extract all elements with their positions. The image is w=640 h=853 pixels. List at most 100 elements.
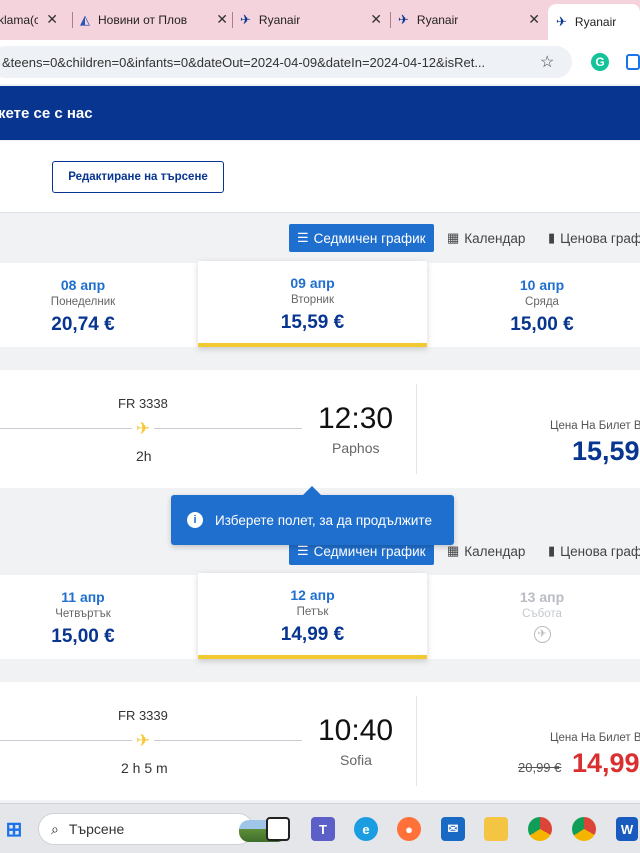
bar-chart-icon: ▮	[548, 230, 556, 245]
firefox-icon[interactable]: ●	[397, 817, 421, 841]
teams-icon[interactable]: T	[311, 817, 335, 841]
calendar-view-button[interactable]: ▦ Календар	[447, 537, 525, 565]
date-price: 15,59 €	[280, 312, 345, 333]
price-chart-label: Ценова граф	[560, 230, 640, 246]
flight-duration: 2 h 5 m	[121, 760, 168, 776]
plane-icon: ✈	[132, 731, 155, 751]
search-icon: ⌕	[51, 820, 59, 837]
date-price: 15,00 €	[510, 314, 574, 335]
date-price: 14,99 €	[280, 624, 345, 645]
date-price: 15,00 €	[51, 626, 115, 647]
contact-link[interactable]: кете се с нас	[0, 105, 93, 122]
price-label: Цена На Билет В	[550, 732, 640, 744]
calendar-icon: ▦	[447, 543, 460, 558]
tab-title: Ryanair	[258, 13, 301, 27]
price-chart-label: Ценова граф	[560, 543, 640, 559]
divider	[416, 696, 417, 786]
date-label: 11 апр	[61, 589, 105, 605]
list-icon: ☰	[297, 230, 309, 245]
extension-icon[interactable]	[626, 54, 640, 70]
date-label: 13 апр	[519, 589, 565, 605]
calendar-icon: ▦	[447, 230, 460, 245]
chrome-profile-icon[interactable]	[572, 817, 596, 841]
date-label: 09 апр	[290, 275, 335, 291]
discounted-price: 14,99	[572, 748, 640, 778]
calendar-view-button[interactable]: ▦ Календар	[447, 224, 525, 252]
date-label: 10 апр	[519, 277, 565, 293]
date-option[interactable]: 11 апр Четвъртък 15,00 €	[0, 575, 166, 659]
bar-chart-icon: ▮	[548, 543, 556, 558]
price-chart-button[interactable]: ▮ Ценова граф	[548, 537, 640, 565]
date-price: 20,74 €	[51, 314, 115, 335]
date-option[interactable]: 08 апр Понеделник 20,74 €	[0, 263, 166, 347]
arrival-time: 10:40	[318, 714, 394, 747]
windows-start-icon[interactable]: ⊞	[2, 817, 26, 841]
outbound-date-strip: 08 апр Понеделник 20,74 € 09 апр Вторник…	[0, 261, 640, 347]
date-option-selected[interactable]: 12 апр Петък 14,99 €	[198, 573, 427, 659]
tab-1[interactable]: klama(c ✕	[0, 5, 68, 35]
edge-icon[interactable]: e	[354, 817, 378, 841]
url-field[interactable]: &teens=0&children=0&infants=0&dateOut=20…	[0, 46, 572, 78]
close-icon[interactable]: ✕	[216, 11, 228, 28]
bookmark-star-icon[interactable]: ☆	[540, 52, 554, 72]
ryanair-icon: ✈	[556, 14, 567, 29]
task-view-icon[interactable]	[266, 817, 290, 841]
search-summary: Редактиране на търсене	[0, 141, 640, 213]
divider	[416, 384, 417, 474]
weekday-label: Вторник	[290, 294, 335, 306]
no-flights-icon: ✈	[533, 626, 551, 643]
flight-price: 15,59	[572, 436, 640, 466]
calendar-view-label: Календар	[464, 543, 526, 559]
tooltip-text: Изберете полет, за да продължите	[215, 512, 432, 528]
site-header: кете се с нас	[0, 86, 640, 140]
outbound-view-toggle: ☰ Седмичен график ▦ Календар ▮ Ценова гр…	[0, 224, 640, 254]
windows-taskbar: ⊞ ⌕ Търсене T e ● ✉ W	[0, 803, 640, 853]
address-bar-row: &teens=0&children=0&infants=0&dateOut=20…	[0, 40, 640, 84]
tab-title: klama(c	[0, 13, 38, 27]
outbound-flight-card[interactable]: FR 3338 ✈ 2h 12:30 Paphos Цена На Билет …	[0, 370, 640, 488]
select-flight-tooltip: i Изберете полет, за да продължите	[171, 486, 454, 545]
arrival-time: 12:30	[318, 402, 394, 435]
price-chart-button[interactable]: ▮ Ценова граф	[548, 224, 640, 252]
price-label: Цена На Билет В	[550, 420, 640, 432]
date-option-unavailable: 13 апр Събота ✈	[456, 575, 628, 659]
chrome-icon[interactable]	[528, 817, 552, 841]
taskbar-search[interactable]: ⌕ Търсене	[38, 813, 287, 845]
flight-number: FR 3339	[118, 708, 168, 723]
edit-search-button[interactable]: Редактиране на търсене	[52, 161, 224, 193]
grammarly-extension-icon[interactable]: G	[591, 53, 609, 71]
date-option-selected[interactable]: 09 апр Вторник 15,59 €	[198, 261, 427, 347]
tab-title: Ryanair	[574, 15, 617, 29]
word-icon[interactable]: W	[616, 817, 638, 841]
list-icon: ☰	[297, 543, 309, 558]
close-icon[interactable]: ✕	[46, 11, 58, 28]
flight-duration: 2h	[136, 448, 152, 464]
inbound-flight-card[interactable]: FR 3339 ✈ 2 h 5 m 10:40 Sofia Цена На Би…	[0, 682, 640, 800]
file-explorer-icon[interactable]	[484, 817, 508, 841]
tab-5-active[interactable]: ✈ Ryanair	[548, 4, 640, 40]
weekly-view-label: Седмичен график	[313, 543, 426, 559]
old-price: 20,99 €	[518, 760, 562, 775]
flight-number: FR 3338	[118, 396, 168, 411]
info-icon: i	[187, 512, 203, 528]
tab-2[interactable]: ◭ Новини от Плов ✕	[80, 5, 236, 35]
arrival-city: Paphos	[332, 440, 380, 456]
arrival-city: Sofia	[340, 752, 372, 768]
weekday-label: Понеделник	[50, 296, 116, 308]
tab-title: Новини от Плов	[98, 13, 188, 27]
close-icon[interactable]: ✕	[370, 11, 382, 28]
tab-3[interactable]: ✈ Ryanair ✕	[240, 5, 390, 35]
close-icon[interactable]: ✕	[528, 11, 540, 28]
weekday-label: Четвъртък	[55, 608, 111, 620]
tab-4[interactable]: ✈ Ryanair ✕	[398, 5, 548, 35]
weekly-view-button[interactable]: ☰ Седмичен график	[289, 224, 434, 252]
weekday-label: Петък	[296, 606, 329, 618]
date-option[interactable]: 10 апр Сряда 15,00 €	[456, 263, 628, 347]
tab-title: Ryanair	[416, 13, 459, 27]
weekday-label: Събота	[522, 608, 562, 620]
weekday-label: Сряда	[525, 296, 559, 308]
mail-icon[interactable]: ✉	[441, 817, 465, 841]
date-label: 12 апр	[290, 587, 335, 603]
ryanair-icon: ✈	[240, 12, 251, 27]
ryanair-icon: ✈	[398, 12, 409, 27]
